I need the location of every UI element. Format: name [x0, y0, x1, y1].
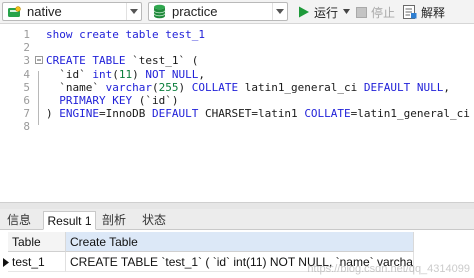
database-select[interactable]: practice [148, 2, 288, 21]
toolbar: native practice 运行 停止 解释 [0, 0, 474, 24]
line-number: 3 [23, 54, 30, 68]
code-text: ) ENGINE=InnoDB DEFAULT CHARSET=latin1 C… [46, 107, 470, 120]
result-tabs: 信息 Result 1 剖析 状态 [0, 209, 474, 230]
sql-keyword: NOT NULL [145, 67, 199, 81]
tab-result-1[interactable]: Result 1 [43, 211, 96, 230]
line-number: 5 [23, 80, 30, 94]
code-text: PRIMARY KEY (`id`) [46, 94, 178, 107]
code-text: `id` int(11) NOT NULL, [46, 68, 205, 81]
code-line[interactable]: 8 [0, 120, 474, 133]
line-number: 2 [23, 41, 30, 55]
line-number: 4 [23, 67, 30, 81]
sql-text: =InnoDB [99, 107, 152, 121]
splitter[interactable] [0, 202, 474, 209]
sql-keyword: DEFAULT NULL [363, 80, 444, 94]
sql-keyword: COLLATE [191, 80, 239, 94]
watermark: https://blog.csdn.net/qq_4314099 [307, 263, 470, 275]
table-cell[interactable]: test_1 [8, 252, 66, 272]
sql-keyword: PRIMARY KEY [59, 94, 133, 107]
run-label: 运行 [314, 5, 339, 20]
sql-number: 11 [118, 67, 133, 81]
code-line[interactable]: 2 [0, 41, 474, 54]
stop-label: 停止 [371, 5, 396, 20]
chevron-down-icon[interactable] [272, 3, 287, 20]
database-icon [153, 4, 166, 19]
connection-select[interactable]: native [2, 2, 142, 21]
connection-name: native [27, 4, 62, 19]
code-text: CREATE TABLE `test_1` ( [46, 54, 198, 67]
sql-text: , [198, 67, 205, 81]
code-line[interactable]: 1 show create table test_1 [0, 28, 474, 41]
sql-text: ( [112, 67, 119, 81]
sql-editor[interactable]: 1 show create table test_1 2 3 CREATE TABLE … [0, 24, 474, 202]
column-header[interactable]: Table [8, 232, 66, 252]
sql-keyword: show create table test_1 [46, 28, 205, 41]
line-number: 6 [23, 94, 30, 107]
line-number: 8 [23, 120, 30, 134]
run-dropdown-icon[interactable] [343, 9, 350, 14]
explain-label: 解释 [421, 5, 446, 20]
sql-keyword: int [92, 67, 113, 81]
stop-button[interactable]: 停止 [356, 3, 395, 21]
explain-button[interactable]: 解释 [403, 3, 445, 21]
sql-number: 255 [158, 80, 179, 94]
connection-icon [8, 5, 21, 17]
sql-text: `name` [46, 80, 106, 94]
sql-text: , [443, 80, 451, 94]
line-number: 7 [23, 107, 30, 121]
fold-toggle-icon[interactable] [35, 56, 43, 65]
sql-text: (`id`) [132, 94, 179, 107]
sql-text: `test_1` ( [125, 54, 199, 68]
code-line[interactable]: 6 PRIMARY KEY (`id`) [0, 94, 474, 107]
explain-icon [403, 5, 417, 19]
sql-text: ) [178, 80, 192, 94]
code-line[interactable]: 5 `name` varchar(255) COLLATE latin1_gen… [0, 81, 474, 94]
stop-icon [356, 6, 367, 18]
tab-profile[interactable]: 剖析 [97, 211, 131, 230]
code-text: `name` varchar(255) COLLATE latin1_gener… [46, 81, 450, 94]
sql-text: ) [46, 107, 60, 121]
line-number: 1 [23, 28, 30, 41]
code-line[interactable]: 3 CREATE TABLE `test_1` ( [0, 54, 474, 67]
code-text: show create table test_1 [46, 28, 205, 41]
code-line[interactable]: 7 ) ENGINE=InnoDB DEFAULT CHARSET=latin1 … [0, 107, 474, 120]
sql-keyword: varchar [105, 80, 152, 94]
sql-keyword: CREATE TABLE [46, 54, 126, 68]
sql-text: CHARSET=latin1 [198, 107, 305, 121]
sql-keyword: ENGINE [59, 107, 99, 121]
database-name: practice [172, 4, 218, 19]
sql-text: `id` [46, 67, 93, 81]
column-header[interactable]: Create Table [66, 232, 414, 252]
code-line[interactable]: 4 `id` int(11) NOT NULL, [0, 68, 474, 81]
grid-header-row: Table Create Table [0, 232, 474, 252]
sql-keyword: COLLATE [304, 107, 351, 121]
run-button[interactable]: 运行 [298, 3, 338, 21]
tab-status[interactable]: 状态 [136, 211, 172, 230]
sql-text: ( [151, 80, 159, 94]
sql-text: ) [132, 67, 146, 81]
sql-text: latin1_general_ci [238, 80, 364, 94]
tab-info[interactable]: 信息 [0, 211, 38, 230]
play-icon [299, 6, 309, 18]
chevron-down-icon[interactable] [126, 3, 141, 20]
sql-text: =latin1_general_ci [350, 107, 470, 121]
sql-keyword: DEFAULT [151, 107, 199, 121]
